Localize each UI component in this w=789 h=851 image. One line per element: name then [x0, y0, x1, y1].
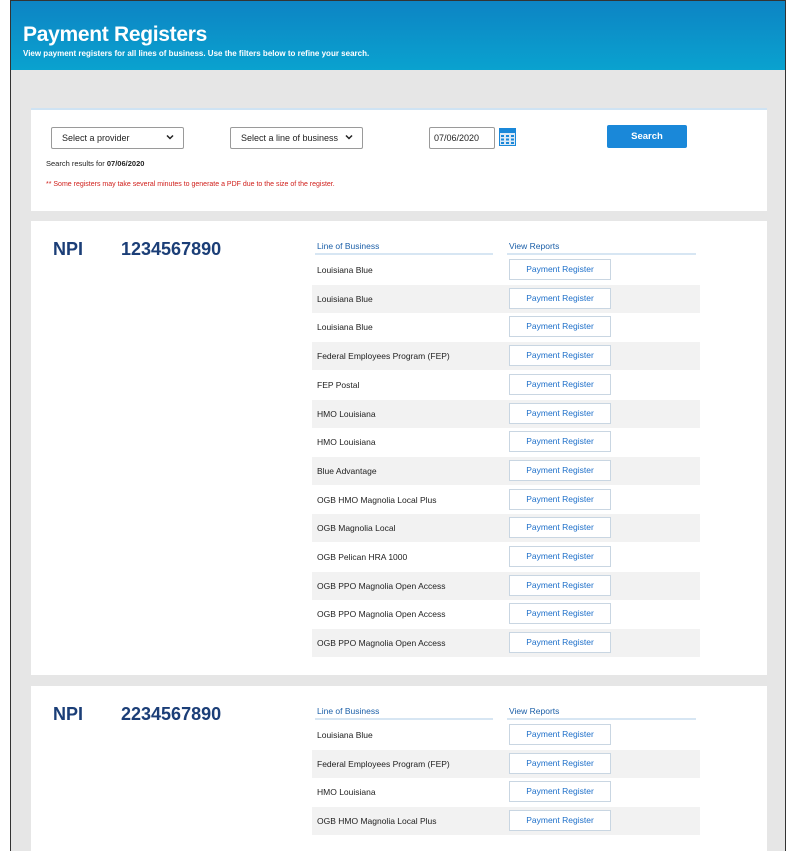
payment-register-button[interactable]: Payment Register [509, 724, 611, 745]
column-header-line-of-business: Line of Business [317, 706, 380, 716]
pdf-warning-note: ** Some registers may take several minut… [46, 181, 335, 188]
table-row: OGB HMO Magnolia Local Plus Payment Regis… [312, 486, 700, 514]
npi-number: 2234567890 [121, 704, 222, 724]
line-of-business-cell: Blue Advantage [317, 465, 377, 476]
payment-register-button[interactable]: Payment Register [509, 781, 611, 803]
line-of-business-cell: OGB HMO Magnolia Local Plus [317, 816, 437, 827]
table-row: HMO Louisiana Payment Register [312, 428, 700, 456]
line-of-business-cell: OGB Magnolia Local [317, 523, 396, 534]
page-header-banner: Payment Registers View payment registers… [11, 1, 785, 70]
payment-register-button[interactable]: Payment Register [509, 287, 611, 309]
results-prefix: Search results for [46, 159, 105, 168]
page-frame: Payment Registers View payment registers… [10, 0, 786, 851]
table-row: FEP Postal Payment Register [312, 371, 700, 399]
payment-register-button[interactable]: Payment Register [509, 517, 611, 539]
results-date: 07/06/2020 [106, 159, 145, 168]
payment-register-button[interactable]: Payment Register [509, 546, 611, 567]
payment-register-button[interactable]: Payment Register [509, 488, 611, 510]
line-of-business-cell: HMO Louisiana [317, 408, 376, 419]
line-of-business-cell: Louisiana Blue [317, 730, 373, 740]
table-row: OGB Magnolia Local Payment Register [312, 514, 700, 543]
npi-number: 1234567890 [121, 239, 222, 259]
table-row: Louisiana Blue Payment Register [312, 284, 700, 313]
table-row: Federal Employees Program (FEP) Payment R… [312, 749, 700, 778]
column-header-underline [507, 253, 696, 255]
payment-register-button[interactable]: Payment Register [509, 402, 611, 424]
payment-register-button[interactable]: Payment Register [509, 316, 611, 338]
table-row: OGB Pelican HRA 1000 Payment Register [312, 543, 700, 571]
column-header-line-of-business: Line of Business [317, 241, 380, 251]
line-of-business-cell: Louisiana Blue [317, 265, 373, 275]
payment-register-button[interactable]: Payment Register [509, 431, 611, 453]
table-row: Federal Employees Program (FEP) Payment R… [312, 342, 700, 371]
payment-register-button[interactable]: Payment Register [509, 259, 611, 280]
payment-register-button[interactable]: Payment Register [509, 459, 611, 481]
line-of-business-cell: Louisiana Blue [317, 322, 373, 333]
provider-select-label: Select a provider [62, 133, 130, 143]
search-results-caption: Search results for 07/06/2020 [46, 159, 144, 168]
provider-card: NPI 2234567890 Line of Business View Report… [31, 686, 767, 851]
npi-label: NPI [53, 704, 84, 724]
date-input[interactable]: 07/06/2020 [429, 127, 495, 149]
line-of-business-cell: Federal Employees Program (FEP) [317, 758, 450, 769]
table-row: Louisiana Blue Payment Register [312, 256, 700, 284]
table-row: OGB HMO Magnolia Local Plus Payment Regis… [312, 807, 700, 836]
table-row: HMO Louisiana Payment Register [312, 778, 700, 806]
table-row: Louisiana Blue Payment Register [312, 721, 700, 749]
line-of-business-cell: Louisiana Blue [317, 293, 373, 304]
line-of-business-cell: HMO Louisiana [317, 787, 376, 798]
table-row: Blue Advantage Payment Register [312, 456, 700, 485]
table-row: Louisiana Blue Payment Register [312, 313, 700, 341]
provider-card: NPI 1234567890 Line of Business View Report… [31, 221, 767, 675]
column-header-underline [315, 718, 493, 720]
table-row: HMO Louisiana Payment Register [312, 399, 700, 428]
table-row: OGB PPO Magnolia Open Access Payment Regi… [312, 571, 700, 600]
payment-register-button[interactable]: Payment Register [509, 752, 611, 774]
page-subtitle: View payment registers for all lines of … [23, 49, 370, 58]
line-of-business-cell: OGB PPO Magnolia Open Access [317, 609, 446, 620]
line-of-business-cell: OGB Pelican HRA 1000 [317, 552, 408, 562]
provider-select[interactable]: Select a provider [51, 127, 184, 149]
line-of-business-cell: Federal Employees Program (FEP) [317, 351, 450, 362]
line-of-business-cell: FEP Postal [317, 379, 360, 390]
payment-register-button[interactable]: Payment Register [509, 373, 611, 395]
column-header-underline [315, 253, 493, 255]
calendar-icon[interactable] [499, 127, 516, 146]
line-of-business-cell: HMO Louisiana [317, 437, 376, 448]
date-value: 07/06/2020 [434, 133, 480, 143]
payment-register-button[interactable]: Payment Register [509, 632, 611, 654]
column-header-view-reports: View Reports [509, 241, 560, 251]
line-of-business-cell: OGB PPO Magnolia Open Access [317, 638, 446, 649]
page-title: Payment Registers [23, 23, 207, 46]
column-header-underline [507, 718, 696, 720]
lob-select-label: Select a line of business [241, 133, 339, 143]
chevron-down-icon [344, 132, 354, 145]
line-of-business-cell: OGB HMO Magnolia Local Plus [317, 494, 437, 505]
table-row: OGB PPO Magnolia Open Access Payment Regi… [312, 629, 700, 658]
line-of-business-select[interactable]: Select a line of business [230, 127, 363, 149]
table-row: OGB PPO Magnolia Open Access Payment Regi… [312, 600, 700, 628]
search-button[interactable]: Search [607, 125, 687, 148]
column-header-view-reports: View Reports [509, 706, 560, 716]
payment-register-button[interactable]: Payment Register [509, 810, 611, 832]
search-panel: Select a provider Select a line of busin… [31, 108, 767, 211]
payment-register-button[interactable]: Payment Register [509, 574, 611, 596]
chevron-down-icon [165, 132, 175, 145]
line-of-business-cell: OGB PPO Magnolia Open Access [317, 580, 446, 591]
npi-label: NPI [53, 239, 84, 259]
payment-register-button[interactable]: Payment Register [509, 345, 611, 367]
payment-register-button[interactable]: Payment Register [509, 603, 611, 625]
